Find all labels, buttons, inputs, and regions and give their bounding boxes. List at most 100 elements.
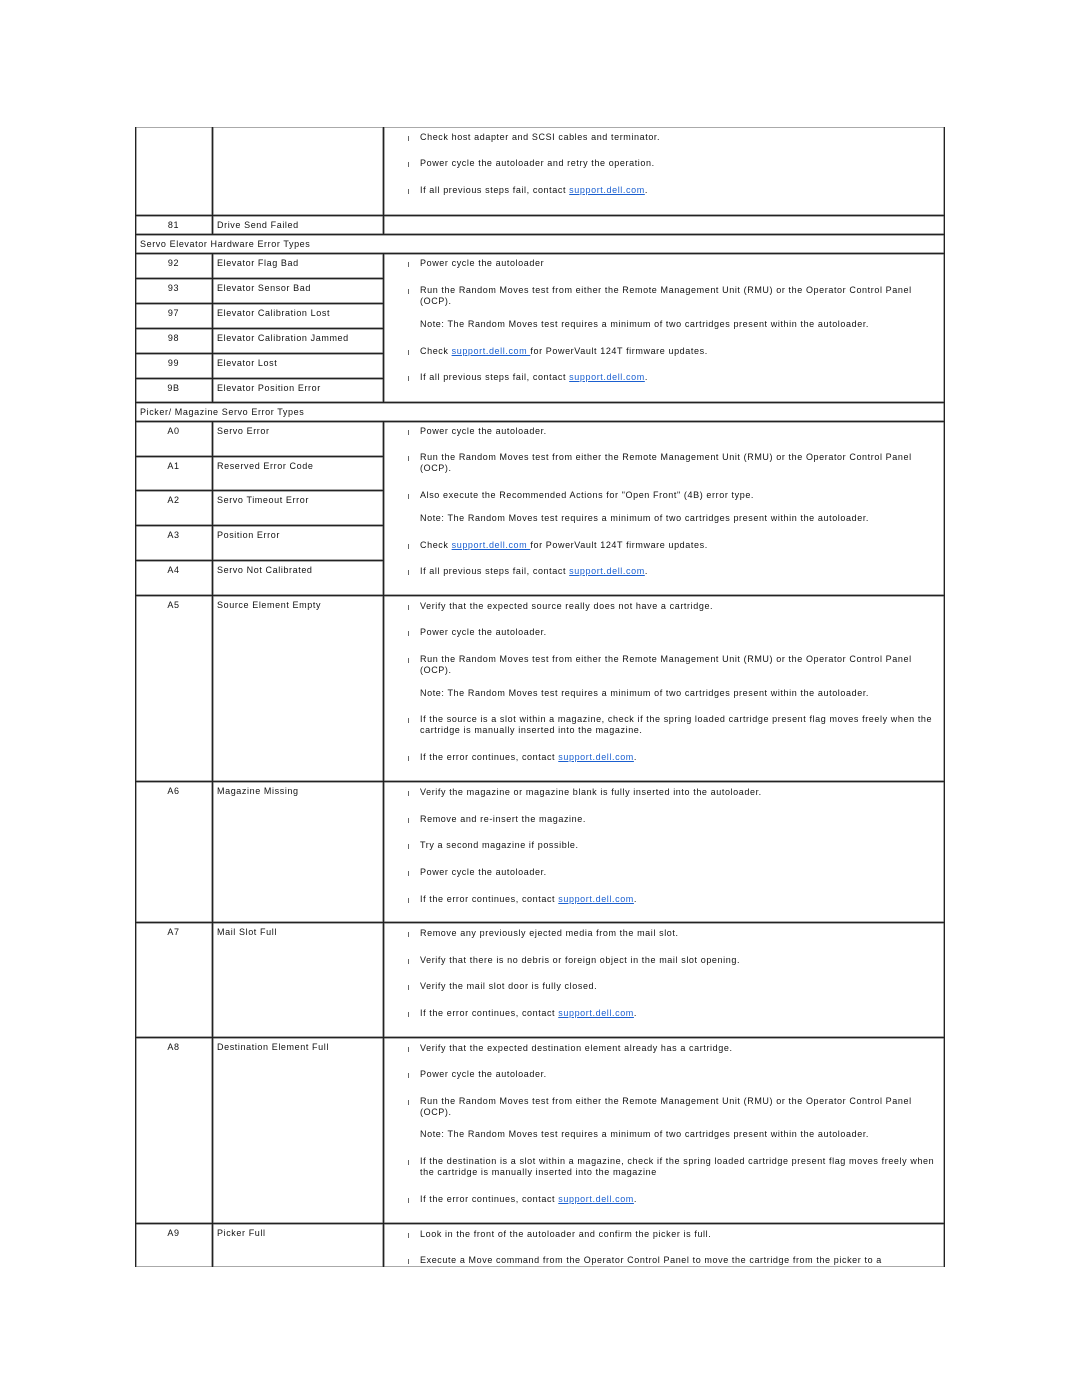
step-text-after: . [644, 372, 648, 382]
bullet-icon [408, 430, 409, 435]
bullet-icon [408, 871, 409, 876]
note-text: Note: The Random Moves test requires a m… [420, 513, 938, 524]
error-description: Mail Slot Full [217, 927, 277, 937]
error-description: Elevator Calibration Jammed [217, 333, 349, 343]
step-text: Power cycle the autoloader. [420, 426, 547, 436]
step-text: If the error continues, contact [420, 1194, 559, 1204]
step-text: Check [420, 540, 452, 550]
description-cell [212, 595, 384, 782]
step-text: Verify that the expected source really d… [420, 601, 714, 611]
step-text-after: for PowerVault 124T firmware updates. [530, 540, 708, 550]
step-text-after: . [644, 185, 648, 195]
bullet-icon [408, 289, 409, 294]
error-description: Source Element Empty [217, 600, 322, 610]
step-text: Verify that the expected destination ele… [420, 1043, 733, 1053]
error-description: Elevator Flag Bad [217, 258, 299, 268]
action-step: If the error continues, contact support.… [420, 752, 938, 763]
step-text: Look in the front of the autoloader and … [420, 1229, 712, 1239]
error-code: 98 [167, 333, 180, 343]
bullet-icon [408, 544, 409, 549]
step-text: Check [420, 346, 452, 356]
error-description: Elevator Sensor Bad [217, 283, 311, 293]
error-description: Destination Element Full [217, 1042, 329, 1052]
support-link[interactable]: support.dell.com [558, 894, 634, 904]
support-link[interactable]: support.dell.com [558, 1194, 634, 1204]
step-text-after: . [644, 566, 648, 576]
step-text: Note: The Random Moves test requires a m… [420, 1129, 870, 1139]
error-code: A6 [167, 786, 180, 796]
code-cell [135, 127, 213, 216]
error-code: A0 [167, 426, 180, 436]
bullet-icon [408, 350, 409, 355]
error-code: A3 [167, 530, 180, 540]
action-step: Power cycle the autoloader [420, 258, 938, 269]
error-description: Reserved Error Code [217, 461, 314, 471]
bullet-icon [408, 456, 409, 461]
step-text: If the error continues, contact [420, 1008, 559, 1018]
bullet-icon [408, 162, 409, 167]
bullet-icon [408, 718, 409, 723]
description-cell [212, 127, 384, 216]
action-step: Power cycle the autoloader. [420, 1069, 938, 1080]
action-step: Verify the mail slot door is fully close… [420, 981, 938, 992]
recommended-actions-cell [383, 922, 945, 1038]
action-step: Try a second magazine if possible. [420, 840, 938, 851]
note-text: Note: The Random Moves test requires a m… [420, 319, 938, 330]
error-code: 97 [167, 308, 180, 318]
step-text: Power cycle the autoloader and retry the… [420, 158, 655, 168]
bullet-icon [408, 376, 409, 381]
action-step: If the error continues, contact support.… [420, 1008, 938, 1019]
action-step: If all previous steps fail, contact supp… [420, 185, 938, 196]
step-text: Try a second magazine if possible. [420, 840, 579, 850]
bullet-icon [408, 605, 409, 610]
support-link[interactable]: support.dell.com [452, 346, 531, 356]
support-link[interactable]: support.dell.com [569, 185, 645, 195]
step-text: Run the Random Moves test from either th… [420, 452, 912, 473]
error-code: 9B [167, 383, 180, 393]
error-description: Elevator Lost [217, 358, 278, 368]
section-title: Picker/ Magazine Servo Error Types [140, 407, 305, 417]
action-step: If the error continues, contact support.… [420, 1194, 938, 1205]
support-link[interactable]: support.dell.com [569, 372, 645, 382]
action-step: Execute a Move command from the Operator… [420, 1255, 938, 1266]
action-step: Power cycle the autoloader. [420, 426, 938, 437]
bullet-icon [408, 844, 409, 849]
action-step: Run the Random Moves test from either th… [420, 654, 938, 676]
bullet-icon [408, 1160, 409, 1165]
action-step: Run the Random Moves test from either th… [420, 285, 938, 307]
bullet-icon [408, 1198, 409, 1203]
bullet-icon [408, 631, 409, 636]
error-code: A7 [167, 927, 180, 937]
bullet-icon [408, 262, 409, 267]
step-text: Check host adapter and SCSI cables and t… [420, 132, 661, 142]
description-cell [212, 781, 384, 923]
action-step: Check support.dell.com for PowerVault 12… [420, 346, 938, 357]
error-code: A2 [167, 495, 180, 505]
error-code: 81 [167, 220, 180, 230]
support-link[interactable]: support.dell.com [558, 1008, 634, 1018]
description-cell [212, 922, 384, 1038]
action-step: If the error continues, contact support.… [420, 894, 938, 905]
error-code: 92 [167, 258, 180, 268]
step-text-after: . [633, 1194, 638, 1204]
step-text: If the error continues, contact [420, 894, 559, 904]
step-text: If the destination is a slot within a ma… [420, 1156, 935, 1177]
support-link[interactable]: support.dell.com [569, 566, 645, 576]
support-link[interactable]: support.dell.com [558, 752, 634, 762]
description-cell [212, 1037, 384, 1224]
support-link[interactable]: support.dell.com [452, 540, 531, 550]
action-step: If all previous steps fail, contact supp… [420, 566, 938, 577]
error-code: 99 [167, 358, 180, 368]
step-text: Note: The Random Moves test requires a m… [420, 319, 870, 329]
bullet-icon [408, 898, 409, 903]
error-code: 93 [167, 283, 180, 293]
step-text: Remove and re-insert the magazine. [420, 814, 586, 824]
step-text: Remove any previously ejected media from… [420, 928, 679, 938]
code-cell [135, 922, 213, 1038]
step-text: Run the Random Moves test from either th… [420, 285, 912, 306]
step-text-after: for PowerVault 124T firmware updates. [530, 346, 708, 356]
action-step: Run the Random Moves test from either th… [420, 1096, 938, 1118]
error-description: Elevator Calibration Lost [217, 308, 331, 318]
step-text: Verify the mail slot door is fully close… [420, 981, 598, 991]
action-step: Power cycle the autoloader. [420, 627, 938, 638]
